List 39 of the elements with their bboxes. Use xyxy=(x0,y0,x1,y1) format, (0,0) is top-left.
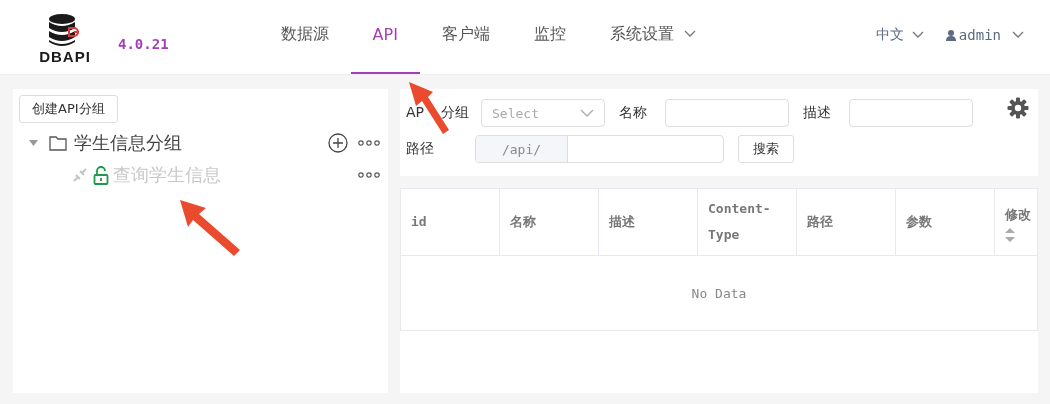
annotation-arrow xyxy=(180,200,240,256)
field-label: 名称 xyxy=(619,104,648,122)
nav-tab[interactable]: 监控 xyxy=(511,0,588,74)
empty-message: No Data xyxy=(691,285,747,301)
link-icon xyxy=(71,166,89,184)
user-icon xyxy=(945,29,956,41)
column-header: 名称 xyxy=(500,189,599,255)
chevron-down-icon xyxy=(580,109,595,117)
folder-icon xyxy=(49,135,67,151)
column-header: 参数 xyxy=(896,189,995,255)
column-header: id xyxy=(401,189,500,255)
column-header: 路径 xyxy=(797,189,896,255)
create-group-button[interactable]: 创建API分组 xyxy=(19,95,118,123)
nav-tab[interactable]: 客户端 xyxy=(419,0,512,74)
field-label: 分组 xyxy=(441,104,470,122)
field-label: 路径 xyxy=(406,140,435,158)
search-button[interactable]: 搜索 xyxy=(738,135,794,163)
field-label: 描述 xyxy=(803,104,832,122)
chevron-down-icon xyxy=(911,31,924,39)
caret-icon[interactable] xyxy=(29,140,38,146)
column-header: 描述 xyxy=(599,189,698,255)
name-input[interactable] xyxy=(665,99,790,127)
nav-tab[interactable]: API xyxy=(350,0,420,74)
nav-tab[interactable]: 数据源 xyxy=(258,0,351,74)
user-menu[interactable]: admin xyxy=(945,26,1024,44)
description-input[interactable] xyxy=(849,99,974,127)
version-label: 4.0.21 xyxy=(118,36,169,52)
field-label: AP xyxy=(406,104,425,122)
tree-group-label[interactable]: 学生信息分组 xyxy=(74,131,182,155)
column-header: 修改 xyxy=(995,189,1037,255)
language-menu[interactable]: 中文 xyxy=(875,26,924,44)
nav-tab[interactable]: 系统设置 xyxy=(587,0,718,74)
add-icon[interactable] xyxy=(328,133,348,153)
column-header: Content-Type xyxy=(698,189,797,255)
more-icon[interactable] xyxy=(358,172,380,178)
more-icon[interactable] xyxy=(358,140,380,146)
logo-text: DBAPI xyxy=(39,47,91,65)
chevron-down-icon xyxy=(1012,31,1024,39)
settings-icon[interactable] xyxy=(1007,97,1029,119)
